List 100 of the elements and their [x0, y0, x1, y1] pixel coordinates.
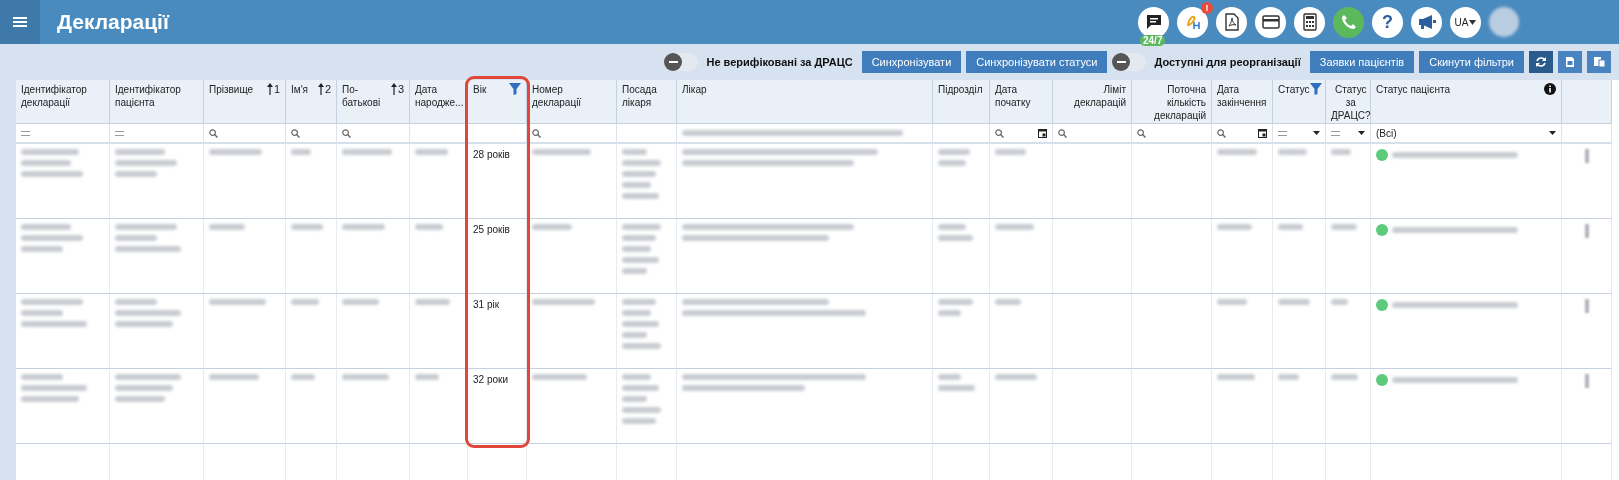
blurred-text [622, 193, 659, 199]
blurred-text [622, 160, 662, 166]
export-button[interactable] [1558, 51, 1582, 73]
search-icon [342, 128, 351, 138]
filter-field[interactable] [1273, 124, 1326, 144]
filter-field[interactable] [1212, 124, 1273, 144]
filter-icon[interactable] [1309, 83, 1322, 95]
blurred-text [21, 310, 63, 316]
column-header[interactable]: Статус за ДРАЦС? [1326, 80, 1371, 124]
help-button[interactable]: ? [1372, 6, 1403, 38]
pdf-button[interactable] [1216, 6, 1247, 38]
filter-field[interactable] [337, 124, 410, 144]
blurred-text [342, 374, 389, 380]
filter-field[interactable] [468, 124, 527, 144]
column-header[interactable]: По-батькові 3 [337, 80, 410, 124]
column-header[interactable]: Підрозділ [933, 80, 990, 124]
blurred-text [209, 299, 266, 305]
filter-field[interactable] [16, 124, 110, 144]
age-cell: 25 років [468, 219, 527, 294]
blurred-text [938, 310, 961, 316]
toggle-switch[interactable] [664, 53, 699, 71]
dropdown-field[interactable]: (Всі) [1371, 124, 1562, 144]
filter-field[interactable] [1326, 124, 1371, 144]
blurred-text [342, 149, 392, 155]
blurred-text [115, 299, 157, 305]
column-header[interactable]: Статус [1273, 80, 1326, 124]
column-header[interactable]: Дата народже... [410, 80, 468, 124]
blurred-text [532, 224, 572, 230]
toolbar-button[interactable]: Заявки пацієнтів [1309, 51, 1415, 73]
filter-field[interactable] [286, 124, 337, 144]
filter-field[interactable] [1132, 124, 1212, 144]
toolbar-button[interactable]: Синхронізувати статуси [966, 51, 1108, 73]
age-cell: 28 років [468, 144, 527, 219]
column-header[interactable]: Ідентифікатор декларації [16, 80, 110, 124]
language-selector[interactable]: UA [1450, 6, 1481, 38]
column-header[interactable]: Лікар [677, 80, 933, 124]
filter-icon[interactable] [509, 83, 521, 95]
toggle-label: Не верифіковані за ДРАЦС [706, 56, 853, 68]
spreadsheet-icon [1565, 56, 1575, 68]
filter-field[interactable] [1562, 124, 1612, 144]
megaphone-button[interactable] [1411, 6, 1442, 38]
search-icon [1217, 128, 1226, 138]
blurred-text [21, 235, 84, 241]
blurred-text [115, 171, 157, 177]
columns-icon [1592, 56, 1606, 68]
filter-field[interactable] [933, 124, 990, 144]
filter-field[interactable] [677, 124, 933, 144]
chat-button[interactable] [1138, 6, 1169, 38]
blurred-text [1217, 149, 1257, 155]
blurred-text [209, 149, 263, 155]
filter-field[interactable] [617, 124, 677, 144]
column-header[interactable]: Поточна кількість декларацій [1132, 80, 1212, 124]
calculator-button[interactable] [1294, 6, 1325, 38]
blurred-text [415, 224, 444, 230]
refresh-button[interactable] [1529, 51, 1553, 73]
blurred-text [938, 299, 973, 305]
calendar-icon[interactable] [1038, 128, 1047, 138]
column-header[interactable]: Статус пацієнта [1371, 80, 1562, 124]
filter-field[interactable] [990, 124, 1053, 144]
blurred-text [938, 374, 961, 380]
column-header[interactable]: Посада лікаря [617, 80, 677, 124]
column-header[interactable]: Ім'я 2 [286, 80, 337, 124]
calendar-icon[interactable] [1258, 128, 1267, 138]
search-icon [1058, 128, 1067, 138]
info-icon[interactable] [1544, 83, 1556, 95]
blurred-text [209, 224, 245, 230]
blurred-text [622, 235, 657, 241]
blurred-text [622, 224, 662, 230]
sort-arrow-icon [266, 83, 273, 95]
filter-field[interactable] [527, 124, 617, 144]
column-header[interactable]: Ідентифікатор пацієнта [110, 80, 204, 124]
menu-button[interactable] [0, 0, 40, 44]
column-header[interactable]: Номер декларації [527, 80, 617, 124]
toggle-switch[interactable] [1112, 53, 1147, 71]
phone-button[interactable] [1333, 6, 1364, 38]
blurred-text [995, 149, 1027, 155]
filter-field[interactable] [1053, 124, 1132, 144]
blurred-text [1278, 374, 1299, 380]
blurred-text [622, 343, 662, 349]
search-icon [532, 128, 541, 138]
column-header[interactable]: Дата початку [990, 80, 1053, 124]
column-header[interactable]: Прізвище 1 [204, 80, 286, 124]
blurred-text [622, 299, 657, 305]
filter-field[interactable] [204, 124, 286, 144]
toolbar-button[interactable]: Скинути фільтри [1419, 51, 1524, 73]
toolbar-button[interactable]: Синхронізувати [861, 51, 962, 73]
column-header[interactable]: Вік [468, 80, 527, 124]
avatar[interactable] [1489, 7, 1519, 37]
column-header[interactable]: Ліміт декларацій [1053, 80, 1132, 124]
blurred-text [1331, 149, 1352, 155]
blurred-text [115, 160, 178, 166]
logo-button[interactable] [1177, 6, 1208, 38]
column-header[interactable]: Дата закінчення [1212, 80, 1273, 124]
blurred-text [1331, 224, 1357, 230]
columns-button[interactable] [1587, 51, 1611, 73]
card-button[interactable] [1255, 6, 1286, 38]
age-cell: 32 роки [468, 369, 527, 444]
blurred-text [291, 149, 311, 155]
filter-field[interactable] [110, 124, 204, 144]
blurred-text [622, 321, 659, 327]
